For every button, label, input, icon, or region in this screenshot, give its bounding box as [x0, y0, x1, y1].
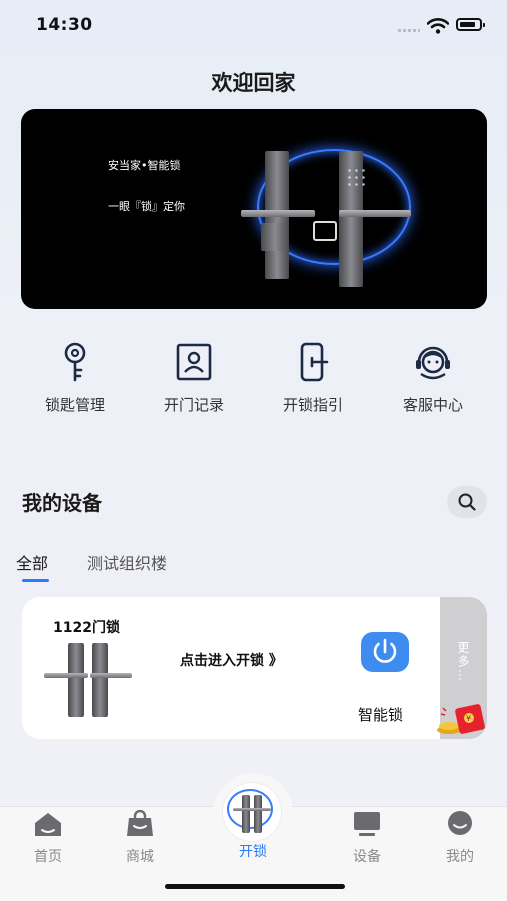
status-bar: 14:30	[0, 0, 507, 50]
device-card[interactable]: 1122门锁 点击进入开锁 》 智能锁 更多… ¥	[22, 597, 487, 739]
svg-text:¥: ¥	[466, 714, 471, 723]
quick-nav-label: 开门记录	[163, 396, 224, 414]
section-title-my-devices: 我的设备	[22, 491, 102, 515]
shop-bag-icon	[127, 810, 153, 836]
wifi-icon	[427, 18, 449, 34]
tabbar-label: 商城	[126, 849, 154, 865]
enter-unlock-link[interactable]: 点击进入开锁 》	[180, 650, 283, 670]
status-time: 14:30	[36, 15, 93, 35]
promo-banner[interactable]: 安当家•智能锁 一眼『锁』定你	[21, 109, 487, 309]
tabbar-unlock[interactable]	[223, 783, 281, 841]
quick-nav-label: 客服中心	[402, 396, 463, 414]
page-title: 欢迎回家	[211, 71, 296, 95]
power-icon	[373, 638, 397, 663]
tabbar-profile[interactable]: 我的	[420, 807, 500, 866]
quick-nav: 锁匙管理 开门记录 开锁指引 客服中心	[0, 340, 507, 420]
more-label: 更多…	[456, 641, 470, 683]
quick-nav-label: 开锁指引	[282, 396, 343, 414]
quick-nav-customer-service[interactable]: 客服中心	[378, 340, 488, 415]
unlock-power-button[interactable]	[361, 632, 409, 672]
headset-agent-icon	[416, 346, 450, 380]
active-tab-indicator	[22, 579, 49, 582]
tab-all[interactable]: 全部	[16, 550, 48, 574]
quick-nav-unlock-guide[interactable]: 开锁指引	[258, 340, 368, 415]
phone-guide-icon	[300, 342, 329, 382]
tab-test-building[interactable]: 测试组织楼	[87, 550, 167, 574]
banner-slogan: 一眼『锁』定你	[108, 200, 185, 213]
tabbar-label-active[interactable]: 开锁	[213, 841, 293, 861]
signal-dots-icon	[398, 29, 420, 32]
tabbar-home[interactable]: 首页	[8, 807, 88, 866]
monitor-icon	[354, 812, 380, 836]
battery-icon	[456, 18, 485, 31]
tabbar-label: 首页	[34, 849, 62, 865]
profile-icon	[448, 811, 472, 835]
door-lock-icon	[223, 783, 281, 841]
tabbar-label: 我的	[446, 849, 474, 865]
home-icon	[35, 813, 61, 836]
red-packet-icon: ¥	[437, 704, 487, 734]
banner-brand: 安当家•智能锁	[108, 159, 181, 172]
tabbar-label: 设备	[353, 849, 381, 865]
home-indicator	[165, 884, 345, 889]
device-type: 智能锁	[358, 706, 404, 724]
quick-nav-unlock-records[interactable]: 开门记录	[139, 340, 249, 415]
id-card-icon	[176, 343, 212, 381]
tabbar-shop[interactable]: 商城	[100, 807, 180, 866]
quick-nav-key-management[interactable]: 锁匙管理	[20, 340, 130, 415]
quick-nav-label: 锁匙管理	[44, 396, 105, 414]
device-search-button[interactable]	[447, 486, 487, 518]
search-icon	[458, 493, 476, 511]
key-icon	[64, 342, 86, 382]
device-name: 1122门锁	[53, 620, 120, 636]
tabbar-devices[interactable]: 设备	[327, 807, 407, 866]
